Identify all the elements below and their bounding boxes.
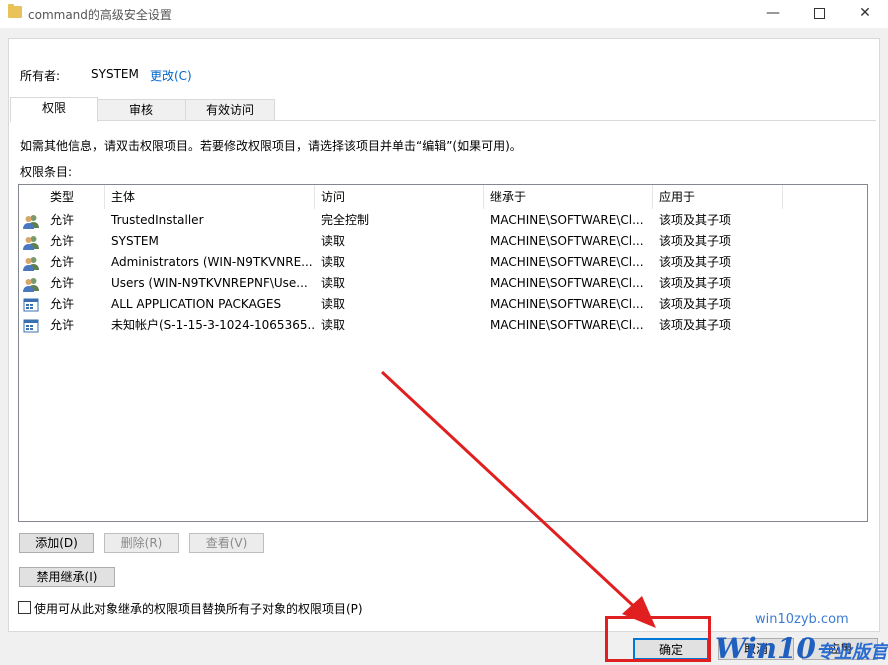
cell-principal: Administrators (WIN-N9TKVNRE... <box>111 255 313 269</box>
cell-access: 读取 <box>321 255 346 269</box>
app-package-icon <box>23 298 39 312</box>
cell-type: 允许 <box>50 318 75 332</box>
maximize-icon <box>813 7 825 19</box>
minimize-button[interactable]: — <box>750 0 796 28</box>
cell-applies-to: 该项及其子项 <box>659 318 732 332</box>
cell-inherited-from: MACHINE\SOFTWARE\Cl... <box>490 276 644 290</box>
users-icon <box>23 257 39 271</box>
folder-icon <box>8 4 22 18</box>
cell-access: 读取 <box>321 297 346 311</box>
cell-access: 完全控制 <box>321 213 370 227</box>
cell-type: 允许 <box>50 297 75 311</box>
table-row[interactable]: 允许 Users (WIN-N9TKVNREPNF\Use... 读取 MACH… <box>19 273 867 294</box>
table-row[interactable]: 允许 Administrators (WIN-N9TKVNRE... 读取 MA… <box>19 252 867 273</box>
cell-applies-to: 该项及其子项 <box>659 213 732 227</box>
table-row[interactable]: 允许 未知帐户(S-1-15-3-1024-1065365... 读取 MACH… <box>19 315 867 336</box>
cell-inherited-from: MACHINE\SOFTWARE\Cl... <box>490 255 644 269</box>
column-header-inherited-from[interactable]: 继承于 <box>484 185 653 209</box>
column-header-type[interactable]: 类型 <box>44 185 105 209</box>
tab-divider <box>10 120 876 121</box>
cell-applies-to: 该项及其子项 <box>659 234 732 248</box>
cell-access: 读取 <box>321 318 346 332</box>
permission-entries-list[interactable]: 类型 主体 访问 继承于 应用于 允许 TrustedInstaller 完全控… <box>18 184 868 522</box>
cell-type: 允许 <box>50 234 75 248</box>
cell-applies-to: 该项及其子项 <box>659 276 732 290</box>
cell-principal: Users (WIN-N9TKVNREPNF\Use... <box>111 276 308 290</box>
list-header: 类型 主体 访问 继承于 应用于 <box>19 185 867 209</box>
column-header-applies-to[interactable]: 应用于 <box>653 185 783 209</box>
app-package-icon <box>23 319 39 333</box>
cell-type: 允许 <box>50 213 75 227</box>
cell-access: 读取 <box>321 234 346 248</box>
cell-principal: 未知帐户(S-1-15-3-1024-1065365... <box>111 318 315 332</box>
column-header-access[interactable]: 访问 <box>315 185 484 209</box>
table-row[interactable]: 允许 SYSTEM 读取 MACHINE\SOFTWARE\Cl... 该项及其… <box>19 231 867 252</box>
change-owner-link[interactable]: 更改(C) <box>150 67 192 84</box>
cell-inherited-from: MACHINE\SOFTWARE\Cl... <box>490 213 644 227</box>
replace-child-permissions-label: 使用可从此对象继承的权限项目替换所有子对象的权限项目(P) <box>34 602 363 616</box>
cell-access: 读取 <box>321 276 346 290</box>
remove-button[interactable]: 删除(R) <box>104 533 179 553</box>
cell-inherited-from: MACHINE\SOFTWARE\Cl... <box>490 318 644 332</box>
tab-effective-access[interactable]: 有效访问 <box>185 99 275 120</box>
table-row[interactable]: 允许 ALL APPLICATION PACKAGES 读取 MACHINE\S… <box>19 294 867 315</box>
users-icon <box>23 278 39 292</box>
cell-type: 允许 <box>50 276 75 290</box>
cell-applies-to: 该项及其子项 <box>659 297 732 311</box>
cell-applies-to: 该项及其子项 <box>659 255 732 269</box>
add-button[interactable]: 添加(D) <box>19 533 94 553</box>
owner-value: SYSTEM <box>91 67 139 81</box>
tab-permissions[interactable]: 权限 <box>10 97 98 122</box>
column-header-principal[interactable]: 主体 <box>105 185 315 209</box>
maximize-button[interactable] <box>796 0 842 28</box>
window-title: command的高级安全设置 <box>28 8 172 22</box>
cell-inherited-from: MACHINE\SOFTWARE\Cl... <box>490 234 644 248</box>
view-button[interactable]: 查看(V) <box>189 533 264 553</box>
replace-child-permissions-checkbox[interactable] <box>18 601 31 614</box>
table-row[interactable]: 允许 TrustedInstaller 完全控制 MACHINE\SOFTWAR… <box>19 210 867 231</box>
users-icon <box>23 236 39 250</box>
users-icon <box>23 215 39 229</box>
title-bar: command的高级安全设置 — ✕ <box>0 0 888 28</box>
cell-principal: TrustedInstaller <box>111 213 204 227</box>
cell-type: 允许 <box>50 255 75 269</box>
tab-auditing[interactable]: 审核 <box>96 99 186 120</box>
cell-principal: ALL APPLICATION PACKAGES <box>111 297 282 311</box>
cell-principal: SYSTEM <box>111 234 159 248</box>
permission-entries-label: 权限条目: <box>20 165 73 179</box>
ok-button[interactable]: 确定 <box>633 638 709 660</box>
close-button[interactable]: ✕ <box>842 0 888 28</box>
disable-inheritance-button[interactable]: 禁用继承(I) <box>19 567 115 587</box>
owner-label: 所有者: <box>20 69 61 83</box>
info-text: 如需其他信息，请双击权限项目。若要修改权限项目，请选择该项目并单击“编辑”(如果… <box>20 139 522 153</box>
cell-inherited-from: MACHINE\SOFTWARE\Cl... <box>490 297 644 311</box>
cancel-button[interactable]: 取消 <box>718 638 794 660</box>
apply-button[interactable]: 应用 <box>802 638 878 660</box>
